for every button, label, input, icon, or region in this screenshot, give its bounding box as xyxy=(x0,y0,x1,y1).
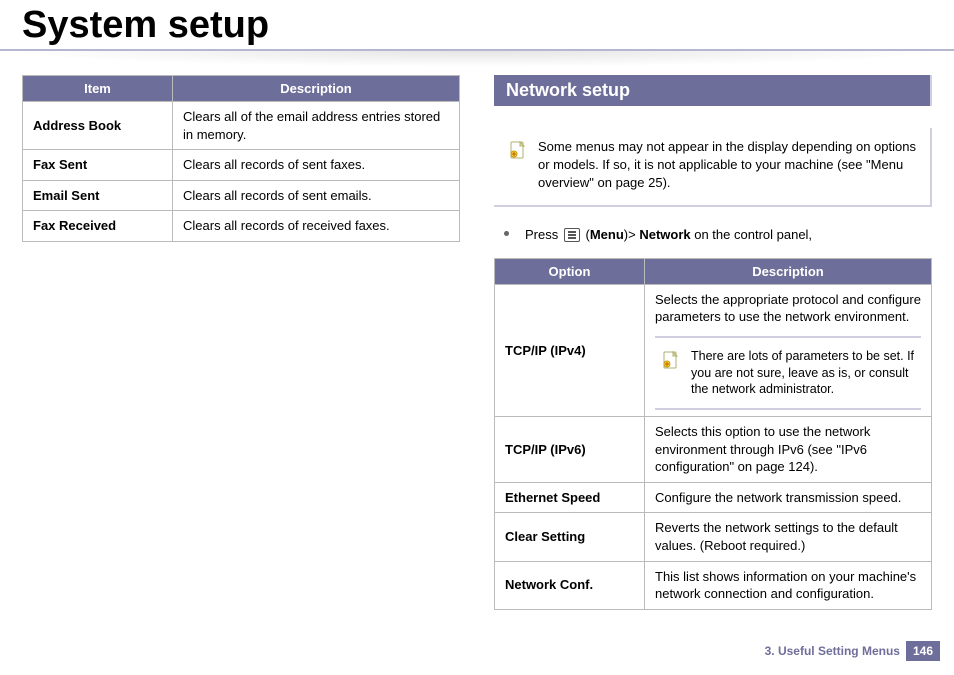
right-column: Network setup Some menus may not appear … xyxy=(494,75,932,610)
table-row: TCP/IP (IPv6) Selects this option to use… xyxy=(495,417,932,483)
table-row: TCP/IP (IPv4) Selects the appropriate pr… xyxy=(495,284,932,417)
row-item: Fax Sent xyxy=(23,150,173,181)
row-desc-cell: Selects the appropriate protocol and con… xyxy=(645,284,932,417)
table-row: Email Sent Clears all records of sent em… xyxy=(23,180,460,211)
row-item: Address Book xyxy=(23,102,173,150)
bullet-dot-icon xyxy=(504,231,509,236)
row-desc: Clears all records of sent faxes. xyxy=(173,150,460,181)
row-item: Fax Received xyxy=(23,211,173,242)
table-row: Clear Setting Reverts the network settin… xyxy=(495,513,932,561)
info-note: Some menus may not appear in the display… xyxy=(494,128,932,207)
row-item: TCP/IP (IPv6) xyxy=(495,417,645,483)
note-icon xyxy=(508,140,528,193)
note-icon xyxy=(661,350,681,399)
menu-button-icon xyxy=(564,228,580,242)
col-desc-header: Description xyxy=(173,76,460,102)
table-row: Address Book Clears all of the email add… xyxy=(23,102,460,150)
instruction-text: Press (Menu)> Network on the control pan… xyxy=(525,225,812,242)
section-heading: Network setup xyxy=(494,75,932,106)
row-desc: Clears all records of received faxes. xyxy=(173,211,460,242)
col-option-header: Option xyxy=(495,258,645,284)
table-row: Network Conf. This list shows informatio… xyxy=(495,561,932,609)
row-desc: Selects this option to use the network e… xyxy=(645,417,932,483)
clear-table: Item Description Address Book Clears all… xyxy=(22,75,460,242)
row-item: Email Sent xyxy=(23,180,173,211)
inline-note: There are lots of parameters to be set. … xyxy=(655,336,921,411)
row-item: Clear Setting xyxy=(495,513,645,561)
page-number: 146 xyxy=(906,641,940,661)
network-table: Option Description TCP/IP (IPv4) Selects… xyxy=(494,258,932,610)
row-desc: Configure the network transmission speed… xyxy=(645,482,932,513)
table-row: Ethernet Speed Configure the network tra… xyxy=(495,482,932,513)
page-footer: 3. Useful Setting Menus 146 xyxy=(765,641,940,661)
row-desc: Selects the appropriate protocol and con… xyxy=(655,291,921,326)
row-desc: Clears all records of sent emails. xyxy=(173,180,460,211)
content-columns: Item Description Address Book Clears all… xyxy=(0,51,954,610)
table-row: Fax Sent Clears all records of sent faxe… xyxy=(23,150,460,181)
col-item-header: Item xyxy=(23,76,173,102)
left-column: Item Description Address Book Clears all… xyxy=(22,75,460,610)
row-desc: This list shows information on your mach… xyxy=(645,561,932,609)
row-desc: Reverts the network settings to the defa… xyxy=(645,513,932,561)
inline-note-text: There are lots of parameters to be set. … xyxy=(691,348,917,399)
instruction-line: Press (Menu)> Network on the control pan… xyxy=(494,225,932,242)
chapter-label: 3. Useful Setting Menus xyxy=(765,644,900,658)
col-desc-header: Description xyxy=(645,258,932,284)
table-header-row: Item Description xyxy=(23,76,460,102)
row-item: Ethernet Speed xyxy=(495,482,645,513)
row-item: Network Conf. xyxy=(495,561,645,609)
page-title: System setup xyxy=(0,0,954,51)
table-header-row: Option Description xyxy=(495,258,932,284)
note-text: Some menus may not appear in the display… xyxy=(538,138,918,193)
row-desc: Clears all of the email address entries … xyxy=(173,102,460,150)
row-item: TCP/IP (IPv4) xyxy=(495,284,645,417)
table-row: Fax Received Clears all records of recei… xyxy=(23,211,460,242)
